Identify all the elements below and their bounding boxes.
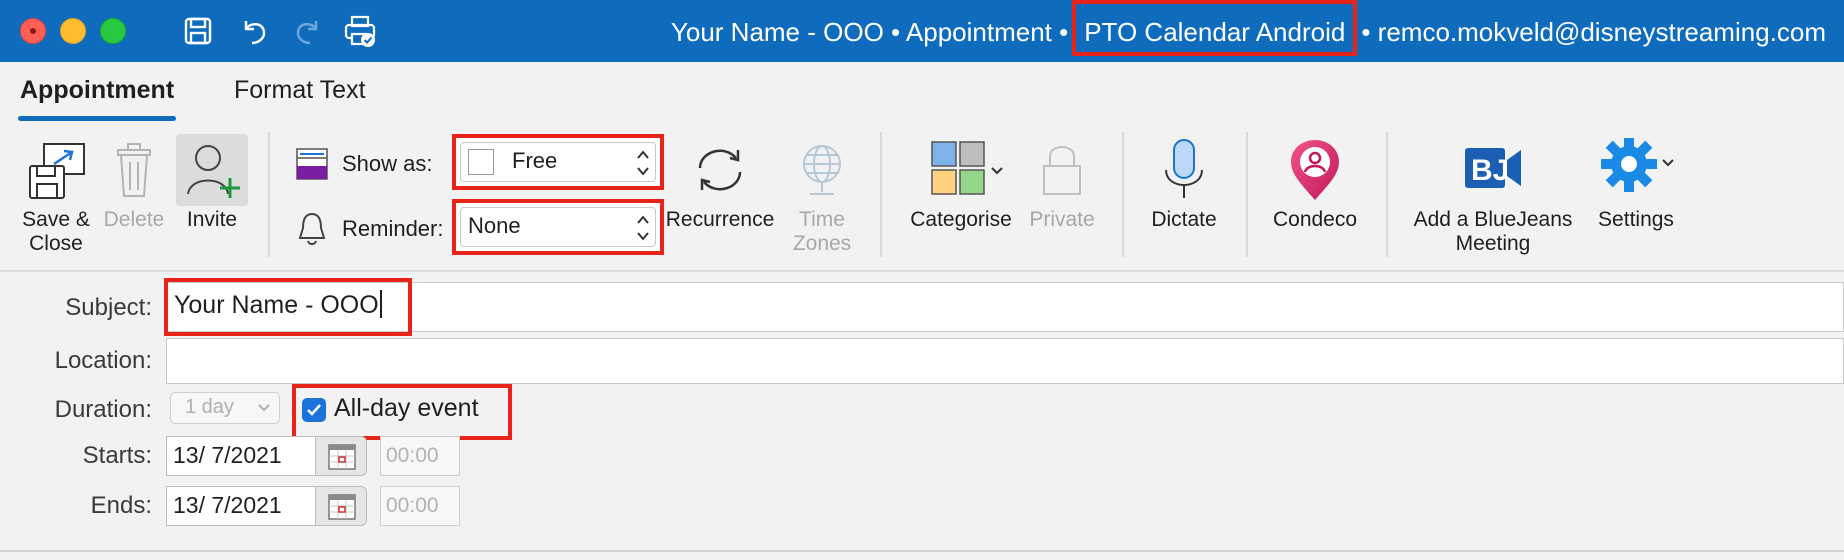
ribbon-separator bbox=[268, 132, 270, 257]
form-divider bbox=[0, 550, 1844, 552]
show-as-value: Free bbox=[512, 148, 558, 173]
chevron-down-icon bbox=[258, 404, 270, 412]
end-date-picker-button[interactable] bbox=[315, 486, 367, 526]
ribbon-separator bbox=[1246, 132, 1248, 257]
show-as-select[interactable]: Free bbox=[452, 134, 664, 190]
time-zones-button: Time Zones bbox=[784, 138, 860, 256]
subject-input[interactable] bbox=[164, 282, 1844, 332]
window-title-suffix: • remco.mokveld@disneystreaming.com bbox=[1361, 17, 1826, 47]
duration-label: Duration: bbox=[54, 396, 152, 423]
subject-label: Subject: bbox=[65, 294, 152, 321]
save-close-button[interactable]: Save & Close bbox=[14, 138, 98, 256]
tab-format-text[interactable]: Format Text bbox=[234, 76, 366, 105]
ribbon: Save & Close Delete Invite Show as: Free bbox=[0, 124, 1844, 272]
text-cursor bbox=[379, 290, 382, 318]
bluejeans-label: Add a BlueJeans Meeting bbox=[1413, 208, 1573, 255]
title-bar: Your Name - OOO • Appointment • PTO Calen… bbox=[0, 0, 1844, 62]
recurrence-icon bbox=[698, 149, 742, 191]
microphone-icon bbox=[1165, 139, 1203, 198]
recurrence-label: Recurrence bbox=[665, 208, 775, 231]
settings-label: Settings bbox=[1598, 208, 1674, 231]
settings-button[interactable]: Settings bbox=[1586, 138, 1686, 232]
subject-text: Your Name - OOO bbox=[174, 291, 379, 319]
ribbon-separator bbox=[880, 132, 882, 257]
updown-arrows-icon bbox=[637, 215, 649, 241]
reminder-select[interactable]: None bbox=[452, 199, 664, 255]
categorise-icon bbox=[931, 141, 1003, 195]
window-title-calendar: PTO Calendar Android bbox=[1072, 0, 1358, 56]
start-date-input[interactable]: 13/ 7/2021 bbox=[166, 436, 316, 476]
globe-icon bbox=[803, 145, 841, 195]
reminder-label: Reminder: bbox=[342, 216, 444, 241]
ribbon-separator bbox=[1122, 132, 1124, 257]
ribbon-tabs: Appointment Format Text bbox=[0, 62, 1844, 124]
subject-value[interactable]: Your Name - OOO bbox=[174, 290, 382, 320]
invite-attendees-icon bbox=[187, 145, 240, 198]
calendar-icon bbox=[328, 494, 356, 520]
checkmark-icon bbox=[307, 404, 321, 416]
close-window-button[interactable] bbox=[20, 18, 46, 44]
updown-arrows-icon bbox=[637, 150, 649, 176]
save-close-label: Save & Close bbox=[22, 208, 90, 255]
invite-button[interactable]: Invite bbox=[174, 138, 250, 232]
window-title: Your Name - OOO • Appointment • PTO Calen… bbox=[671, 0, 1826, 62]
time-zones-label: Time Zones bbox=[792, 208, 852, 255]
lock-icon bbox=[1043, 146, 1081, 195]
ribbon-separator bbox=[1386, 132, 1388, 257]
condeco-label: Condeco bbox=[1272, 208, 1358, 231]
undo-icon[interactable] bbox=[236, 13, 272, 49]
show-as-icon bbox=[296, 148, 328, 180]
condeco-button[interactable]: Condeco bbox=[1266, 138, 1364, 232]
tab-appointment[interactable]: Appointment bbox=[17, 76, 177, 121]
redo-icon bbox=[296, 21, 318, 45]
dictate-button[interactable]: Dictate bbox=[1142, 138, 1226, 232]
start-date-picker-button[interactable] bbox=[315, 436, 367, 476]
private-label: Private bbox=[1029, 208, 1095, 231]
delete-button: Delete bbox=[98, 138, 170, 232]
duration-value: 1 day bbox=[185, 396, 234, 418]
print-icon[interactable] bbox=[342, 13, 378, 49]
condeco-icon bbox=[1291, 140, 1339, 200]
invite-label: Invite bbox=[186, 208, 238, 231]
end-time-input: 00:00 bbox=[380, 486, 460, 526]
reminder-value: None bbox=[468, 213, 521, 238]
trash-icon bbox=[117, 143, 151, 197]
duration-select: 1 day bbox=[170, 392, 280, 424]
delete-label: Delete bbox=[103, 208, 165, 231]
bell-icon bbox=[298, 212, 326, 245]
save-close-icon bbox=[29, 143, 85, 199]
appointment-form: Subject: Your Name - OOO Location: Durat… bbox=[0, 274, 1844, 560]
location-input[interactable] bbox=[166, 338, 1844, 384]
all-day-label[interactable]: All-day event bbox=[334, 394, 479, 423]
free-status-swatch bbox=[468, 149, 494, 175]
window-title-prefix: Your Name - OOO • Appointment • bbox=[670, 17, 1069, 47]
all-day-checkbox[interactable] bbox=[302, 398, 326, 422]
location-label: Location: bbox=[54, 347, 152, 374]
calendar-icon bbox=[328, 444, 356, 470]
gear-icon bbox=[1601, 138, 1674, 192]
end-date-input[interactable]: 13/ 7/2021 bbox=[166, 486, 316, 526]
categorise-button[interactable]: Categorise bbox=[904, 138, 1018, 232]
ends-label: Ends: bbox=[90, 492, 152, 519]
maximize-window-button[interactable] bbox=[100, 18, 126, 44]
bluejeans-icon: BJ bbox=[1465, 148, 1521, 188]
save-icon[interactable] bbox=[180, 13, 216, 49]
show-as-label: Show as: bbox=[342, 151, 433, 176]
bluejeans-button[interactable]: BJ Add a BlueJeans Meeting bbox=[1408, 138, 1578, 256]
private-button: Private bbox=[1022, 138, 1102, 232]
dictate-label: Dictate bbox=[1151, 208, 1217, 231]
categorise-label: Categorise bbox=[910, 208, 1012, 231]
recurrence-button[interactable]: Recurrence bbox=[664, 138, 776, 232]
svg-text:BJ: BJ bbox=[1471, 154, 1509, 187]
starts-label: Starts: bbox=[82, 442, 152, 469]
minimize-window-button[interactable] bbox=[60, 18, 86, 44]
start-time-input: 00:00 bbox=[380, 436, 460, 476]
